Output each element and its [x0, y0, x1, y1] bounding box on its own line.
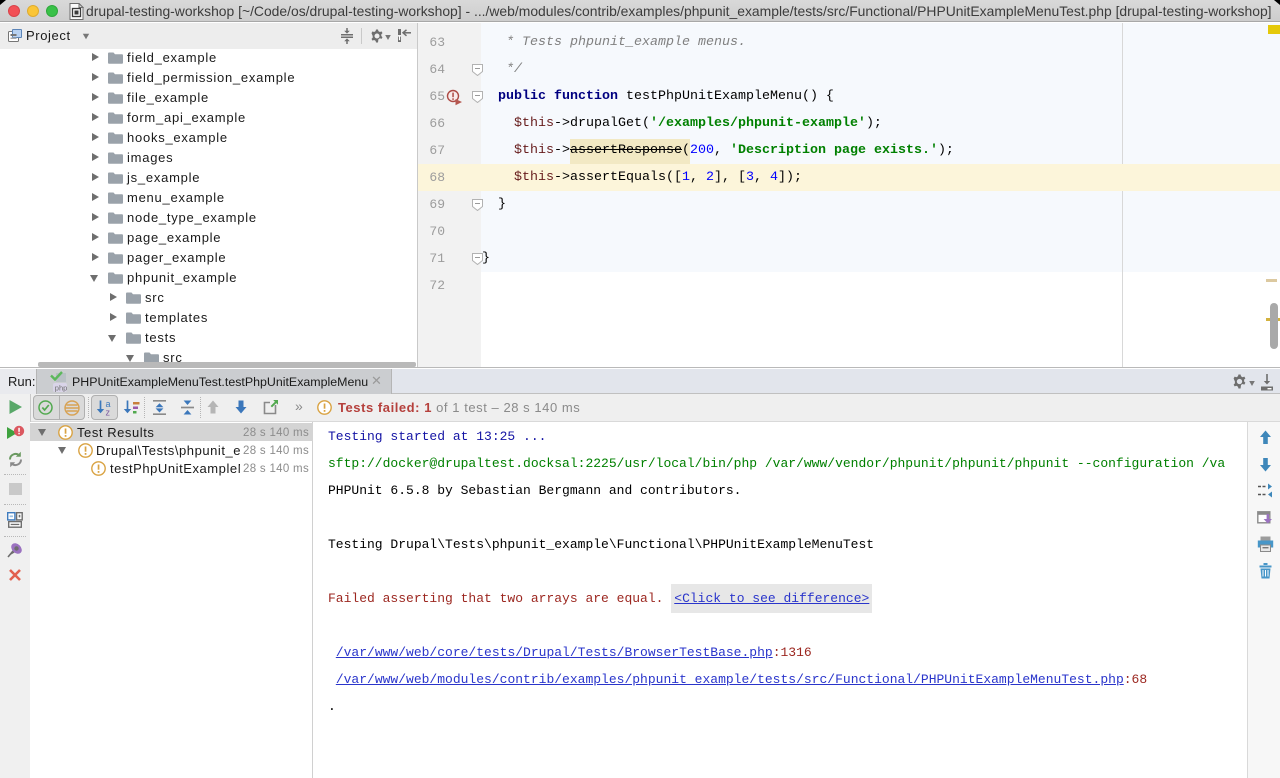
svg-text:z: z: [106, 408, 111, 417]
svg-text:php: php: [55, 383, 68, 392]
